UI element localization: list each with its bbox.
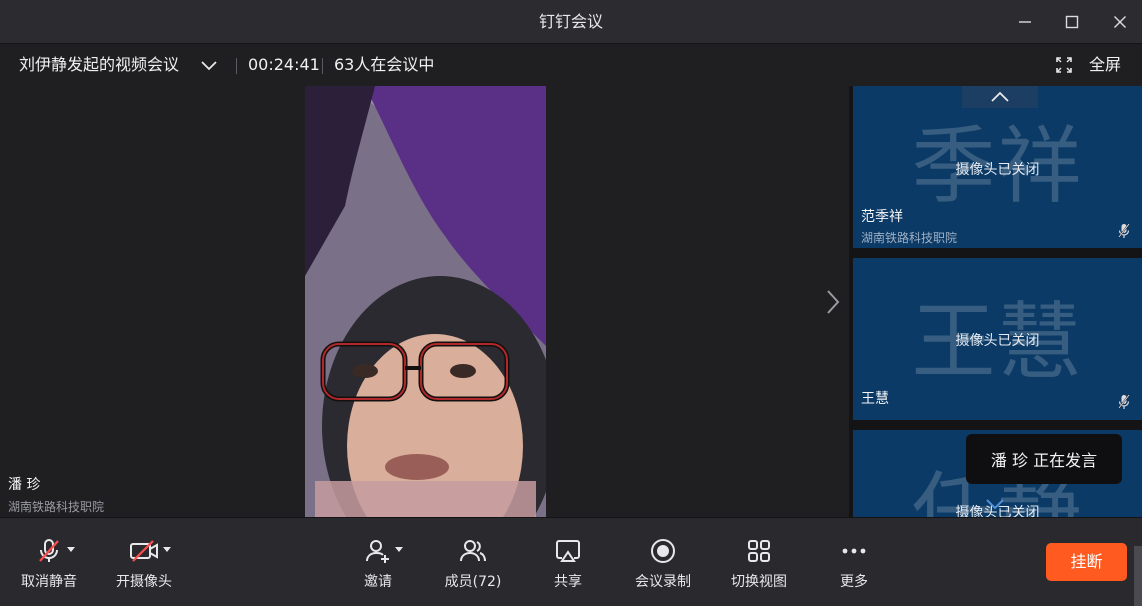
close-button[interactable]: [1105, 7, 1135, 37]
record-button[interactable]: 会议录制: [618, 518, 708, 606]
camera-on-label: 开摄像头: [116, 574, 172, 590]
participant-name: 王慧: [861, 391, 889, 407]
meeting-timer: 00:24:41: [248, 55, 320, 74]
speaker-video: [305, 86, 546, 517]
main-stage: 潘 珍 湖南铁路科技职院: [0, 86, 849, 517]
unmute-label: 取消静音: [21, 574, 77, 590]
participant-tile[interactable]: 王慧 摄像头已关闭 王慧: [853, 258, 1142, 420]
window-edge: [1134, 546, 1142, 606]
mic-off-icon: [39, 539, 59, 562]
members-label: 成员(72): [444, 574, 502, 590]
participant-count[interactable]: 63人在会议中: [334, 44, 434, 86]
participant-tile[interactable]: 季祥 摄像头已关闭 范季祥 湖南铁路科技职院: [853, 86, 1142, 248]
divider: [236, 58, 237, 74]
minimize-button[interactable]: [1010, 7, 1040, 37]
camera-off-label: 摄像头已关闭: [955, 333, 1040, 349]
speaker-name: 潘 珍: [8, 477, 41, 493]
invite-label: 邀请: [364, 574, 392, 590]
add-user-icon: [366, 540, 389, 563]
caret-down-icon[interactable]: [395, 547, 403, 553]
mic-muted-icon: [1118, 394, 1130, 409]
chevron-right-icon[interactable]: [826, 289, 840, 315]
share-label: 共享: [554, 574, 582, 590]
members-icon: [460, 540, 486, 562]
chevron-up-icon: [991, 91, 1009, 102]
maximize-icon: [1065, 15, 1079, 29]
fullscreen-icon[interactable]: [1056, 57, 1072, 73]
share-button[interactable]: 共享: [523, 518, 613, 606]
mic-muted-icon: [1118, 223, 1130, 238]
meeting-info-bar: 刘伊静发起的视频会议 00:24:41 63人在会议中 全屏: [0, 44, 1142, 86]
participant-name: 范季祥: [861, 209, 903, 225]
fullscreen-button[interactable]: 全屏: [1089, 44, 1121, 86]
scroll-up-button[interactable]: [962, 86, 1038, 108]
screen-share-icon: [556, 540, 580, 562]
switch-view-button[interactable]: 切换视图: [714, 518, 804, 606]
members-button[interactable]: 成员(72): [428, 518, 518, 606]
camera-off-icon: [130, 540, 158, 562]
record-icon: [651, 539, 675, 563]
meeting-name[interactable]: 刘伊静发起的视频会议: [19, 44, 179, 86]
close-icon: [1114, 16, 1126, 28]
window-title: 钉钉会议: [538, 12, 603, 31]
switch-view-label: 切换视图: [731, 574, 787, 590]
speaker-org: 湖南铁路科技职院: [8, 500, 105, 514]
hangup-button[interactable]: 挂断: [1046, 543, 1127, 581]
caret-down-icon[interactable]: [67, 547, 75, 553]
meeting-toolbar: 取消静音 开摄像头 邀请 成员(72) 共享 会议录制 切换视图 更多 挂断: [0, 517, 1142, 606]
unmute-button[interactable]: 取消静音: [4, 518, 94, 606]
maximize-button[interactable]: [1057, 7, 1087, 37]
chevron-down-icon[interactable]: [985, 498, 1005, 510]
caret-down-icon[interactable]: [163, 547, 171, 553]
more-button[interactable]: 更多: [809, 518, 899, 606]
camera-on-button[interactable]: 开摄像头: [99, 518, 189, 606]
participant-org: 湖南铁路科技职院: [861, 231, 958, 245]
minimize-icon: [1019, 21, 1031, 23]
chevron-down-icon[interactable]: [200, 58, 218, 72]
camera-off-label: 摄像头已关闭: [955, 162, 1040, 178]
divider: [322, 58, 323, 74]
grid-view-icon: [748, 540, 770, 562]
record-label: 会议录制: [635, 574, 691, 590]
invite-button[interactable]: 邀请: [333, 518, 423, 606]
title-bar: 钉钉会议: [0, 0, 1142, 44]
speaking-indicator: 潘 珍 正在发言: [966, 434, 1122, 484]
more-icon: [842, 548, 866, 554]
more-label: 更多: [840, 574, 868, 590]
